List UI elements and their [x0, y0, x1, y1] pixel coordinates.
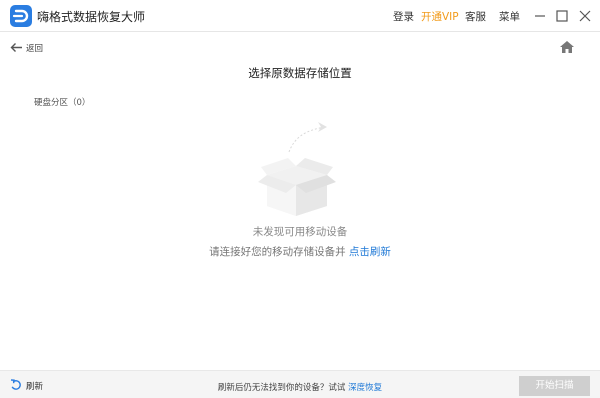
empty-box-icon: [255, 118, 340, 218]
home-icon[interactable]: [559, 39, 575, 53]
empty-state-title: 未发现可用移动设备: [252, 226, 348, 238]
disk-section-label: 硬盘分区（0）: [34, 98, 91, 108]
minimize-icon[interactable]: [530, 6, 550, 26]
deep-recovery-link[interactable]: 深度恢复: [348, 383, 382, 393]
bottom-hint: 刷新后仍无法找到你的设备？试试 深度恢复: [0, 381, 600, 393]
page-title: 选择原数据存储位置: [248, 66, 352, 80]
arrow-left-icon: [10, 43, 22, 52]
start-scan-button[interactable]: 开始扫描: [519, 376, 590, 396]
refresh-link[interactable]: 点击刷新: [349, 246, 391, 258]
app-logo-icon: [10, 5, 32, 27]
back-label: 返回: [26, 44, 44, 54]
bottom-bar: 刷新 刷新后仍无法找到你的设备？试试 深度恢复 开始扫描: [0, 370, 600, 398]
title-bar: 嗨格式数据恢复大师 登录 开通VIP 客服 菜单: [0, 0, 600, 32]
menu-link[interactable]: 菜单: [499, 9, 520, 24]
empty-state-hint: 请连接好您的移动存储设备并: [209, 246, 346, 258]
maximize-icon[interactable]: [552, 6, 572, 26]
login-link[interactable]: 登录: [393, 9, 414, 24]
service-link[interactable]: 客服: [465, 9, 486, 24]
app-title: 嗨格式数据恢复大师: [37, 10, 146, 24]
bottom-hint-text: 刷新后仍无法找到你的设备？试试: [217, 383, 346, 393]
vip-link[interactable]: 开通VIP: [421, 9, 459, 24]
close-icon[interactable]: [575, 6, 595, 26]
empty-state-subtitle: 请连接好您的移动存储设备并 点击刷新: [0, 244, 600, 259]
